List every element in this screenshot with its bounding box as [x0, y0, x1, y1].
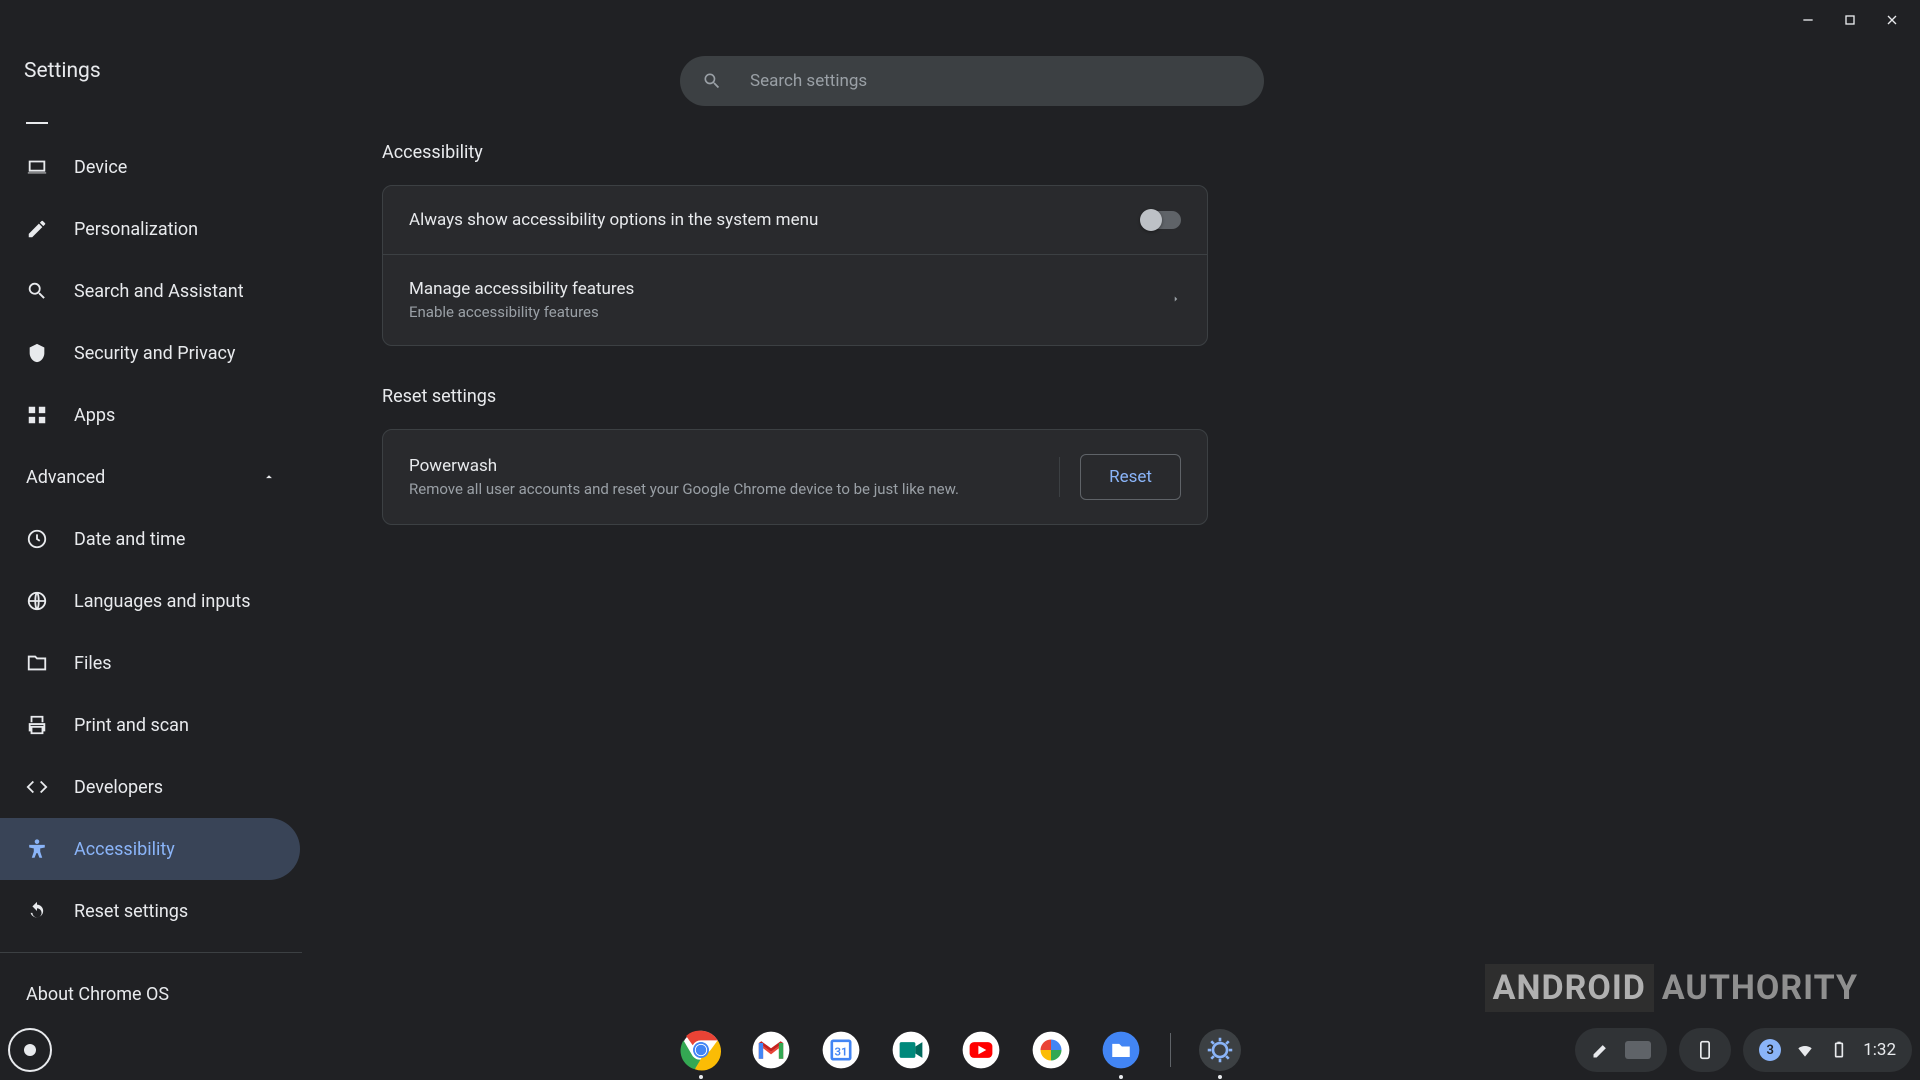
sidebar-item-label: Date and time	[74, 529, 185, 550]
row-manage-a11y[interactable]: Manage accessibility features Enable acc…	[383, 254, 1207, 345]
tray-phone[interactable]	[1679, 1028, 1731, 1072]
shelf-app-chrome[interactable]	[680, 1029, 722, 1071]
section-title-accessibility: Accessibility	[382, 142, 1208, 163]
row-powerwash: Powerwash Remove all user accounts and r…	[383, 430, 1207, 524]
svg-text:31: 31	[834, 1044, 847, 1058]
notification-badge: 3	[1759, 1039, 1781, 1061]
shelf-app-photos[interactable]	[1030, 1029, 1072, 1071]
divider	[0, 952, 302, 953]
sidebar-item-accessibility[interactable]: Accessibility	[0, 818, 300, 880]
search-input[interactable]: Search settings	[680, 56, 1264, 106]
chevron-up-icon	[262, 470, 276, 484]
wifi-icon	[1795, 1040, 1815, 1060]
page-title: Settings	[24, 59, 101, 83]
sidebar-section-label: Advanced	[26, 467, 105, 488]
section-title-reset: Reset settings	[382, 386, 1208, 407]
shelf-separator	[1170, 1033, 1171, 1067]
tray-stylus[interactable]	[1575, 1028, 1667, 1072]
sidebar-item-label: Developers	[74, 777, 163, 798]
sidebar-item-label: Apps	[74, 405, 115, 426]
code-icon	[26, 776, 48, 798]
shelf-app-settings[interactable]	[1199, 1029, 1241, 1071]
sidebar-item-label: Device	[74, 157, 127, 178]
sidebar-item-label: Files	[74, 653, 112, 674]
folder-icon	[26, 652, 48, 674]
sidebar-item-label: Personalization	[74, 219, 198, 240]
sidebar-item-personalization[interactable]: Personalization	[0, 198, 300, 260]
row-always-show-a11y[interactable]: Always show accessibility options in the…	[383, 186, 1207, 254]
clock-icon	[26, 528, 48, 550]
battery-icon	[1829, 1040, 1849, 1060]
sidebar-item-security-privacy[interactable]: Security and Privacy	[0, 322, 300, 384]
globe-icon	[26, 590, 48, 612]
sidebar-item-label: Languages and inputs	[74, 591, 251, 612]
sidebar: Device Personalization Search and Assist…	[0, 102, 302, 1020]
sidebar-item-label: About Chrome OS	[26, 984, 169, 1005]
sidebar-item-languages-inputs[interactable]: Languages and inputs	[0, 570, 300, 632]
sidebar-item-date-time[interactable]: Date and time	[0, 508, 300, 570]
grid-icon	[26, 404, 48, 426]
close-button[interactable]	[1874, 2, 1910, 38]
accessibility-icon	[26, 838, 48, 860]
shelf-app-files[interactable]	[1100, 1029, 1142, 1071]
tray-status[interactable]: 3 1:32	[1743, 1028, 1912, 1072]
search-icon	[26, 280, 48, 302]
minimize-button[interactable]	[1790, 2, 1826, 38]
search-icon	[702, 71, 722, 91]
sidebar-item-label: Security and Privacy	[74, 343, 235, 364]
row-subtitle: Enable accessibility features	[409, 303, 634, 321]
shelf-app-youtube[interactable]	[960, 1029, 1002, 1071]
sidebar-item-print-scan[interactable]: Print and scan	[0, 694, 300, 756]
reset-icon	[26, 900, 48, 922]
divider	[1059, 457, 1060, 497]
shelf-app-gmail[interactable]	[750, 1029, 792, 1071]
thumbnail	[1625, 1041, 1651, 1059]
laptop-icon	[26, 156, 48, 178]
printer-icon	[26, 714, 48, 736]
launcher-button[interactable]	[8, 1028, 52, 1072]
row-label: Powerwash	[409, 456, 959, 476]
maximize-button[interactable]	[1832, 2, 1868, 38]
row-label: Always show accessibility options in the…	[409, 210, 818, 230]
row-subtitle: Remove all user accounts and reset your …	[409, 480, 959, 498]
reset-button[interactable]: Reset	[1080, 454, 1181, 500]
sidebar-item-label: Accessibility	[74, 839, 175, 860]
pencil-icon	[26, 218, 48, 240]
sidebar-item-reset-settings[interactable]: Reset settings	[0, 880, 300, 942]
truncated-top-indicator	[26, 122, 48, 128]
sidebar-item-files[interactable]: Files	[0, 632, 300, 694]
watermark: ANDROIDAUTHORITY	[1485, 968, 1858, 1008]
sidebar-section-advanced[interactable]: Advanced	[0, 446, 302, 508]
toggle-always-show-a11y[interactable]	[1141, 211, 1181, 229]
shelf-app-calendar[interactable]: 31	[820, 1029, 862, 1071]
shelf-app-meet[interactable]	[890, 1029, 932, 1071]
reset-card: Powerwash Remove all user accounts and r…	[382, 429, 1208, 525]
accessibility-card: Always show accessibility options in the…	[382, 185, 1208, 346]
search-placeholder: Search settings	[750, 71, 867, 91]
clock: 1:32	[1863, 1040, 1896, 1060]
titlebar	[0, 0, 1920, 40]
shelf: 31 3 1:32	[0, 1020, 1920, 1080]
sidebar-item-search-assistant[interactable]: Search and Assistant	[0, 260, 300, 322]
shield-icon	[26, 342, 48, 364]
sidebar-item-apps[interactable]: Apps	[0, 384, 300, 446]
stylus-icon	[1591, 1040, 1611, 1060]
sidebar-item-label: Reset settings	[74, 901, 188, 922]
phone-icon	[1695, 1040, 1715, 1060]
sidebar-item-label: Search and Assistant	[74, 281, 244, 302]
sidebar-item-device[interactable]: Device	[0, 136, 300, 198]
sidebar-item-label: Print and scan	[74, 715, 189, 736]
chevron-right-icon	[1171, 291, 1181, 310]
sidebar-item-about[interactable]: About Chrome OS	[0, 963, 302, 1020]
row-label: Manage accessibility features	[409, 279, 634, 299]
sidebar-item-developers[interactable]: Developers	[0, 756, 300, 818]
